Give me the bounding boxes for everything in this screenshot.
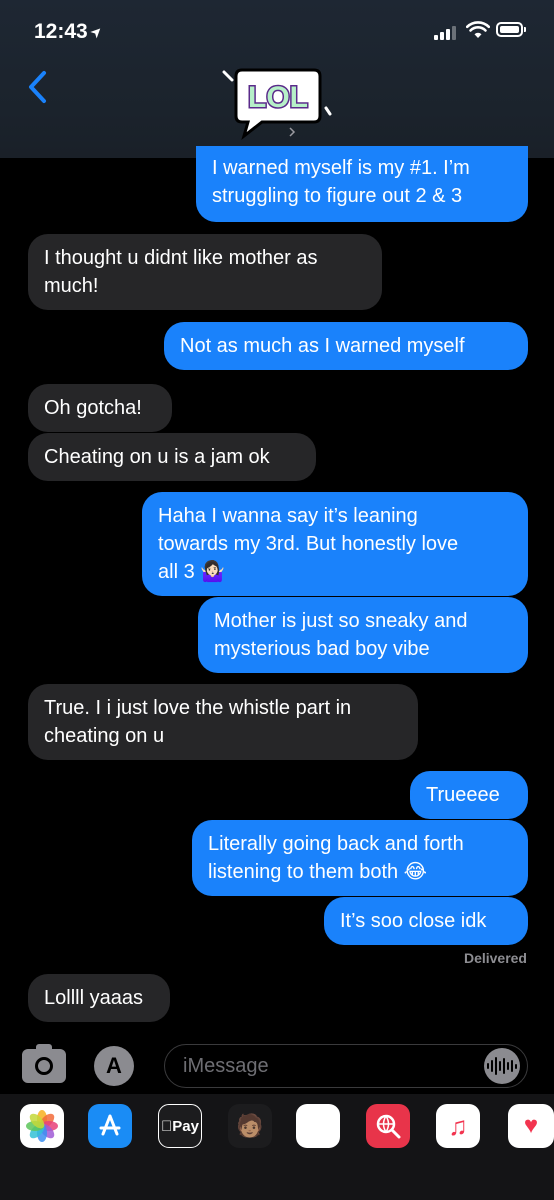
message-bubble-incoming[interactable]: Oh gotcha!: [28, 384, 172, 432]
battery-icon: [496, 22, 526, 37]
wifi-icon: [466, 21, 490, 38]
music-icon: ♫: [448, 1110, 468, 1141]
camera-lens: [35, 1057, 53, 1075]
camera-button[interactable]: [22, 1044, 66, 1083]
message-bubble-outgoing[interactable]: Literally going back and forth listening…: [192, 820, 528, 896]
apple-pay-label: Pay: [166, 1117, 199, 1135]
message-bubble-outgoing[interactable]: Trueeee: [410, 771, 528, 819]
location-arrow-icon: ➤: [86, 21, 106, 42]
status-time-text: 12:43: [34, 20, 88, 43]
memoji-stickers-app-button[interactable]: 🧑🏽: [228, 1104, 272, 1148]
heart-icon: ♥: [523, 1112, 539, 1139]
message-bubble-incoming[interactable]: True. I i just love the whistle part in …: [28, 684, 418, 760]
animoji-app-button[interactable]: 🐵: [296, 1104, 340, 1148]
message-bubble-outgoing[interactable]: Not as much as I warned myself: [164, 322, 528, 370]
photos-icon: [26, 1110, 58, 1142]
apple-pay-app-button[interactable]: Pay: [158, 1104, 202, 1148]
message-bubble-incoming[interactable]: Lollll yaaas: [28, 974, 170, 1022]
apple-pay-icon: : [161, 1118, 172, 1135]
contact-avatar[interactable]: LOL: [222, 66, 332, 142]
app-store-button[interactable]: A: [94, 1046, 134, 1086]
message-bubble-outgoing[interactable]: It’s soo close idk: [324, 897, 528, 945]
delivered-status: Delivered: [463, 950, 527, 966]
avatar-text: LOL: [248, 81, 308, 114]
memoji-icon: 🧑🏽: [236, 1113, 264, 1138]
back-chevron-icon[interactable]: [26, 70, 50, 104]
message-bubble-incoming[interactable]: Cheating on u is a jam ok: [28, 433, 316, 481]
globe-search-icon: [376, 1114, 401, 1139]
app-store-icon: A: [106, 1053, 122, 1078]
message-bubble-outgoing[interactable]: Haha I wanna say it’s leaning towards my…: [142, 492, 528, 596]
message-bubble-outgoing[interactable]: Mother is just so sneaky and mysterious …: [198, 597, 528, 673]
web-images-app-button[interactable]: [366, 1104, 410, 1148]
app-store-app-button[interactable]: [88, 1104, 132, 1148]
message-input[interactable]: [164, 1044, 528, 1088]
message-bubble-incoming[interactable]: I thought u didnt like mother as much!: [28, 234, 382, 310]
message-bubble-outgoing[interactable]: I warned myself is my #1. I’m struggling…: [196, 146, 528, 222]
photos-app-button[interactable]: [20, 1104, 64, 1148]
cellular-signal-icon: [434, 24, 456, 40]
status-time: 12:43➤: [34, 20, 106, 44]
digital-touch-app-button[interactable]: ♥: [508, 1104, 554, 1148]
music-app-button[interactable]: ♫: [436, 1104, 480, 1148]
audio-message-button[interactable]: [484, 1048, 520, 1084]
app-store-icon: [99, 1114, 121, 1136]
monkey-icon: 🐵: [305, 1113, 331, 1138]
camera-icon: [36, 1044, 52, 1051]
conversation-header: 12:43➤ LOL: [0, 0, 554, 158]
